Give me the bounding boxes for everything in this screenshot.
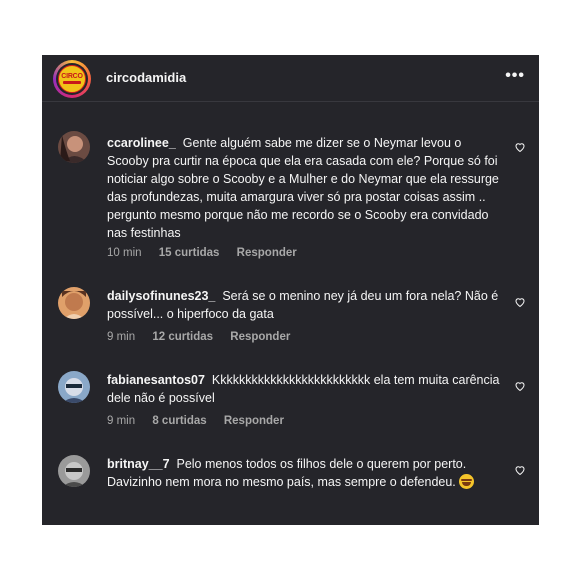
- post-header: CIRCO circodamidia •••: [42, 55, 539, 102]
- user-avatar[interactable]: [58, 371, 90, 403]
- likes-count[interactable]: 12 curtidas: [152, 331, 213, 343]
- like-heart-icon[interactable]: [514, 380, 526, 392]
- comment-time: 9 min: [107, 331, 136, 343]
- comment-text: Gente alguém sabe me dizer se o Neymar l…: [107, 136, 499, 240]
- comment-time: 10 min: [107, 247, 142, 259]
- like-heart-icon[interactable]: [514, 464, 526, 476]
- user-avatar[interactable]: [58, 131, 90, 163]
- user-avatar[interactable]: [58, 455, 90, 487]
- like-heart-icon[interactable]: [514, 141, 526, 153]
- laughing-emoji-icon: [459, 474, 475, 489]
- comment-time: 9 min: [107, 415, 136, 427]
- comment-username[interactable]: britnay__7: [107, 457, 170, 471]
- likes-count[interactable]: 8 curtidas: [152, 415, 206, 427]
- comment-username[interactable]: ccarolinee_: [107, 136, 176, 150]
- like-heart-icon[interactable]: [514, 296, 526, 308]
- comment-username[interactable]: fabianesantos07: [107, 373, 205, 387]
- reply-button[interactable]: Responder: [224, 415, 284, 427]
- logo-text: CIRCO: [61, 73, 83, 80]
- comments-panel: CIRCO circodamidia ••• ccarolinee_ Gente…: [42, 55, 539, 525]
- circo-logo: CIRCO: [58, 65, 86, 93]
- more-options-icon[interactable]: •••: [505, 67, 525, 85]
- comment-username[interactable]: dailysofinunes23_: [107, 289, 215, 303]
- reply-button[interactable]: Responder: [230, 331, 290, 343]
- user-avatar[interactable]: [58, 287, 90, 319]
- account-username[interactable]: circodamidia: [106, 70, 186, 85]
- likes-count[interactable]: 15 curtidas: [159, 247, 220, 259]
- account-avatar[interactable]: CIRCO: [53, 60, 91, 98]
- reply-button[interactable]: Responder: [237, 247, 297, 259]
